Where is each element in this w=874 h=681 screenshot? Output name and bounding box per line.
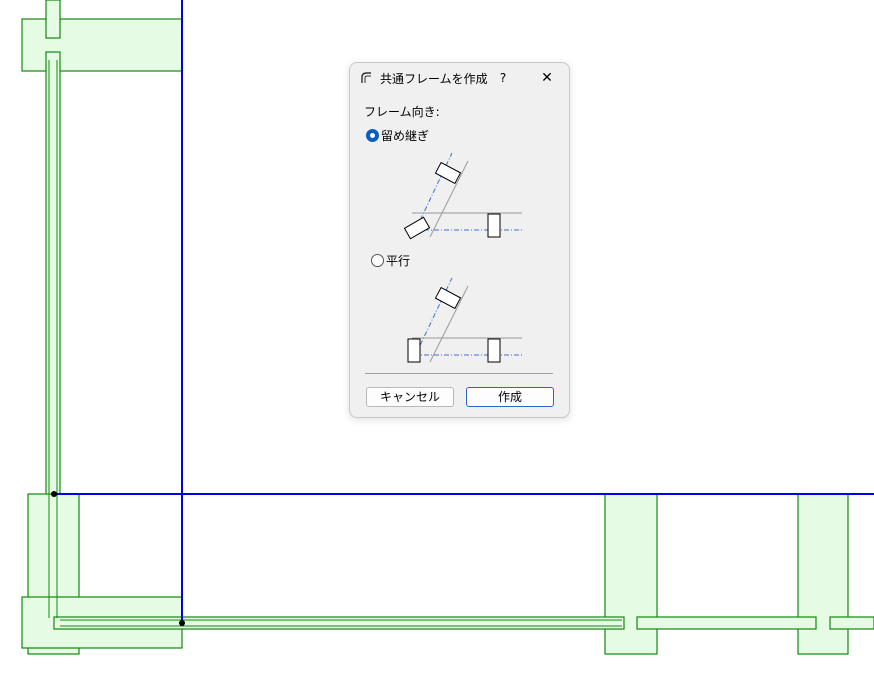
wall-segment[interactable]: [829, 616, 874, 630]
parallel-radio-label[interactable]: 平行: [386, 252, 410, 269]
parallel-diagram: [407, 277, 522, 363]
dialog-titlebar[interactable]: 共通フレームを作成 ? ✕: [350, 63, 569, 93]
wall-segment[interactable]: [604, 493, 658, 655]
help-button[interactable]: ?: [494, 68, 512, 88]
parallel-radio[interactable]: [371, 254, 384, 267]
orientation-label: フレーム向き:: [364, 105, 440, 119]
create-common-frame-dialog: 共通フレームを作成 ? ✕ フレーム向き: 留め継ぎ 平行 キャンセル 作成: [349, 62, 570, 418]
cancel-button[interactable]: キャンセル: [366, 387, 454, 407]
miter-diagram: [403, 152, 522, 240]
miter-radio-label[interactable]: 留め継ぎ: [381, 127, 429, 144]
dialog-divider: [365, 373, 553, 374]
frame-tool-icon: [361, 72, 371, 83]
axis-node[interactable]: [51, 491, 57, 497]
axis-node[interactable]: [179, 620, 185, 626]
create-button[interactable]: 作成: [466, 387, 554, 407]
wall-segment[interactable]: [636, 616, 817, 630]
dialog-title: 共通フレームを作成: [380, 72, 488, 86]
wall-segment[interactable]: [53, 616, 625, 630]
wall-segment[interactable]: [797, 493, 849, 655]
close-button[interactable]: ✕: [536, 68, 558, 88]
wall-segment[interactable]: [45, 0, 61, 39]
miter-radio[interactable]: [366, 129, 379, 142]
